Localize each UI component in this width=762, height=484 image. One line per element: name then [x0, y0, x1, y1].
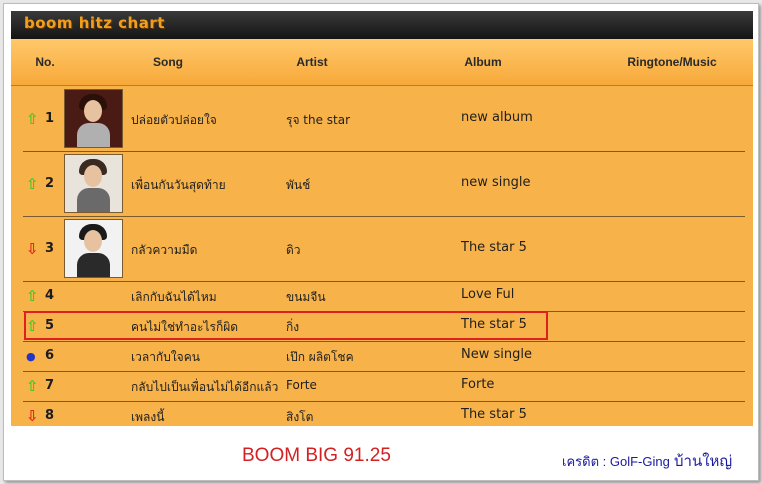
photo-body — [77, 123, 110, 147]
table-row: ● 6 เวลากับใจคน เป๊ก ผลิตโชค New single — [23, 341, 745, 372]
artist-name[interactable]: เป๊ก ผลิตโชค — [286, 348, 354, 367]
rank-number: 2 — [45, 176, 55, 191]
trend-same-icon: ● — [26, 350, 36, 363]
table-header: No. Song Artist Album Ringtone/Music — [11, 39, 753, 86]
album-name[interactable]: new single — [461, 175, 531, 190]
table-row: ⇩ 3 กลัวความมืด ดิว The star 5 — [23, 216, 745, 282]
rank-number: 8 — [45, 408, 55, 423]
chart-title-bar: boom hitz chart — [11, 11, 753, 39]
trend-up-icon: ⇧ — [26, 377, 39, 395]
song-title[interactable]: ปล่อยตัวปล่อยใจ — [131, 111, 217, 130]
rank-number: 4 — [45, 288, 55, 303]
hit-chart-panel: boom hitz chart No. Song Artist Album Ri… — [11, 11, 753, 426]
album-name[interactable]: new album — [461, 110, 533, 125]
artist-name[interactable]: ขนมจีน — [286, 288, 326, 307]
trend-down-icon: ⇩ — [26, 240, 39, 258]
song-title[interactable]: เลิกกับฉันได้ไหม — [131, 288, 217, 307]
album-name[interactable]: New single — [461, 347, 532, 362]
song-title[interactable]: กลับไปเป็นเพื่อนไม่ได้อีกแล้ว — [131, 378, 278, 397]
song-title[interactable]: กลัวความมืด — [131, 241, 197, 260]
artist-photo-icon[interactable] — [64, 219, 123, 278]
credit-separator: : — [599, 454, 610, 469]
trend-down-icon: ⇩ — [26, 407, 39, 425]
artist-name[interactable]: พันช์ — [286, 176, 310, 195]
table-row: ⇧ 4 เลิกกับฉันได้ไหม ขนมจีน Love Ful — [23, 281, 745, 312]
photo-face — [84, 230, 102, 252]
album-name[interactable]: The star 5 — [461, 407, 527, 422]
row-highlight-box — [24, 311, 548, 340]
header-song: Song — [153, 55, 183, 69]
credit-place: บ้านใหญ่ — [669, 453, 733, 470]
song-title[interactable]: เพื่อนกันวันสุดท้าย — [131, 176, 226, 195]
trend-up-icon: ⇧ — [26, 175, 39, 193]
photo-body — [77, 188, 110, 212]
header-album: Album — [464, 55, 502, 69]
album-name[interactable]: The star 5 — [461, 240, 527, 255]
rank-number: 6 — [45, 348, 55, 363]
artist-name[interactable]: Forte — [286, 378, 317, 392]
artist-photo-icon[interactable] — [64, 154, 123, 213]
album-name[interactable]: Forte — [461, 377, 494, 392]
artist-name[interactable]: สิงโต — [286, 408, 313, 426]
rank-number: 3 — [45, 241, 55, 256]
credit-name: GolF-Ging — [609, 454, 670, 469]
artist-name[interactable]: ดิว — [286, 241, 301, 260]
song-title[interactable]: เพลงนี้ — [131, 408, 164, 426]
table-row: ⇩ 8 เพลงนี้ สิงโต The star 5 — [23, 401, 745, 426]
photo-face — [84, 100, 102, 122]
table-row: ⇧ 7 กลับไปเป็นเพื่อนไม่ได้อีกแล้ว Forte Fort… — [23, 371, 745, 402]
artist-name[interactable]: รุจ the star — [286, 111, 350, 130]
table-row: ⇧ 1 ปล่อยตัวปล่อยใจ รุจ the star new album — [23, 86, 745, 152]
chart-title: boom hitz chart — [24, 14, 165, 32]
photo-body — [77, 253, 110, 277]
song-title[interactable]: เวลากับใจคน — [131, 348, 200, 367]
photo-face — [84, 165, 102, 187]
header-ringtone: Ringtone/Music — [627, 55, 717, 69]
credit-label: เครดิต — [562, 454, 600, 469]
station-name: BOOM BIG 91.25 — [242, 445, 391, 466]
rank-number: 7 — [45, 378, 55, 393]
trend-up-icon: ⇧ — [26, 287, 39, 305]
album-name[interactable]: Love Ful — [461, 287, 514, 302]
artist-photo-icon[interactable] — [64, 89, 123, 148]
rank-number: 1 — [45, 111, 55, 126]
header-no: No. — [35, 55, 55, 69]
screenshot-frame: boom hitz chart No. Song Artist Album Ri… — [3, 3, 759, 481]
table-row: ⇧ 2 เพื่อนกันวันสุดท้าย พันช์ new single — [23, 151, 745, 217]
credit-line: เครดิต : GolF-Ging บ้านใหญ่ — [562, 449, 732, 473]
header-artist: Artist — [296, 55, 328, 69]
trend-up-icon: ⇧ — [26, 110, 39, 128]
